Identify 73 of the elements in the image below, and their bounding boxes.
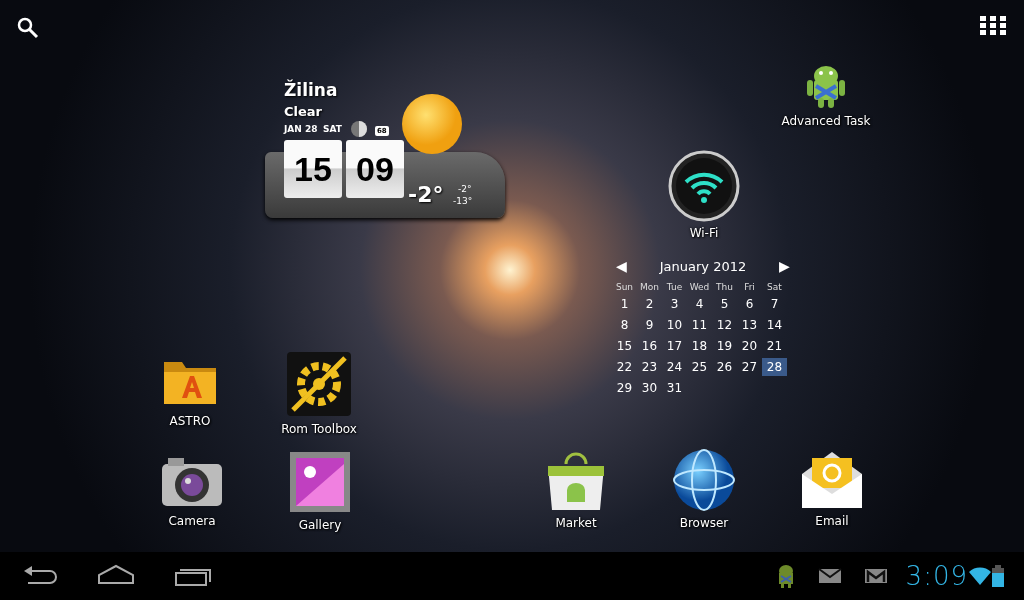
weather-condition: Clear bbox=[284, 104, 322, 119]
apps-grid-icon[interactable] bbox=[980, 16, 1006, 35]
calendar-day[interactable]: 17 bbox=[662, 337, 687, 355]
calendar-day[interactable]: 22 bbox=[612, 358, 637, 376]
wifi-icon bbox=[968, 566, 992, 586]
home-icon bbox=[96, 562, 136, 587]
moon-icon bbox=[350, 120, 368, 138]
calendar-day[interactable]: 14 bbox=[762, 316, 787, 334]
globe-icon[interactable] bbox=[672, 448, 736, 512]
app-label[interactable]: Rom Toolbox bbox=[281, 422, 357, 436]
calendar-day[interactable]: 24 bbox=[662, 358, 687, 376]
calendar-day[interactable]: 6 bbox=[737, 295, 762, 313]
calendar-day[interactable]: 19 bbox=[712, 337, 737, 355]
weekday-label: Mon bbox=[639, 282, 660, 292]
calendar-day[interactable]: 4 bbox=[687, 295, 712, 313]
next-month-button[interactable]: ▶ bbox=[775, 258, 794, 274]
clock-minutes: 09 bbox=[346, 140, 404, 198]
calendar-day[interactable]: 9 bbox=[637, 316, 662, 334]
calendar-day[interactable]: 10 bbox=[662, 316, 687, 334]
weekday-label: Tue bbox=[665, 282, 684, 292]
calendar-day[interactable]: 7 bbox=[762, 295, 787, 313]
search-icon[interactable] bbox=[16, 16, 40, 40]
calendar-day[interactable]: 5 bbox=[712, 295, 737, 313]
app-label[interactable]: Advanced Task bbox=[781, 114, 871, 128]
calendar-day[interactable]: 18 bbox=[687, 337, 712, 355]
app-label[interactable]: Browser bbox=[679, 516, 729, 530]
weather-day: SAT bbox=[323, 124, 342, 134]
app-label[interactable]: Email bbox=[815, 514, 849, 528]
calendar-day[interactable]: 13 bbox=[737, 316, 762, 334]
app-label[interactable]: Market bbox=[555, 516, 597, 530]
app-label[interactable]: ASTRO bbox=[169, 414, 211, 428]
high-temperature: -2° bbox=[458, 184, 472, 194]
app-label[interactable]: Camera bbox=[168, 514, 216, 528]
weekday-label: Wed bbox=[688, 282, 711, 292]
weather-date: JAN 28 bbox=[284, 124, 318, 134]
previous-month-button[interactable]: ◀ bbox=[612, 258, 631, 274]
calendar-day[interactable]: 16 bbox=[637, 337, 662, 355]
app-label[interactable]: Wi-Fi bbox=[689, 226, 719, 240]
calendar-day[interactable]: 26 bbox=[712, 358, 737, 376]
calendar-day[interactable]: 21 bbox=[762, 337, 787, 355]
calendar-day[interactable]: 28 bbox=[762, 358, 787, 376]
battery-icon bbox=[992, 565, 1004, 587]
calendar-day[interactable]: 31 bbox=[662, 379, 687, 397]
weekday-label: Sat bbox=[766, 282, 783, 292]
temperature: -2° bbox=[408, 182, 444, 207]
clock-hours: 15 bbox=[284, 140, 342, 198]
calendar-day[interactable]: 27 bbox=[737, 358, 762, 376]
envelope-icon[interactable] bbox=[817, 567, 842, 585]
calendar-day[interactable]: 12 bbox=[712, 316, 737, 334]
calendar-day[interactable]: 8 bbox=[612, 316, 637, 334]
weekday-label: Sun bbox=[614, 282, 635, 292]
sun-icon bbox=[400, 92, 464, 156]
status-clock: 3:09 bbox=[905, 561, 968, 591]
month-title: January 2012 bbox=[659, 258, 747, 274]
weekday-label: Fri bbox=[743, 282, 756, 292]
low-temperature: -13° bbox=[453, 196, 473, 206]
calendar-day[interactable]: 25 bbox=[687, 358, 712, 376]
calendar-day[interactable]: 11 bbox=[687, 316, 712, 334]
wifi-icon[interactable] bbox=[668, 150, 740, 222]
calendar-day[interactable]: 15 bbox=[612, 337, 637, 355]
calendar-day[interactable]: 3 bbox=[662, 295, 687, 313]
gear-icon[interactable] bbox=[285, 350, 353, 418]
calendar-day[interactable]: 30 bbox=[637, 379, 662, 397]
calendar-day[interactable]: 1 bbox=[612, 295, 637, 313]
calendar-day[interactable]: 23 bbox=[637, 358, 662, 376]
mail-m-icon[interactable] bbox=[863, 567, 888, 585]
calendar-day[interactable]: 2 bbox=[637, 295, 662, 313]
weekday-label: Thu bbox=[715, 282, 734, 292]
calendar-day[interactable]: 20 bbox=[737, 337, 762, 355]
city-name: Žilina bbox=[284, 80, 338, 100]
picture-frame-icon[interactable] bbox=[288, 450, 352, 514]
calendar-day[interactable]: 29 bbox=[612, 379, 637, 397]
app-label[interactable]: Gallery bbox=[298, 518, 342, 532]
